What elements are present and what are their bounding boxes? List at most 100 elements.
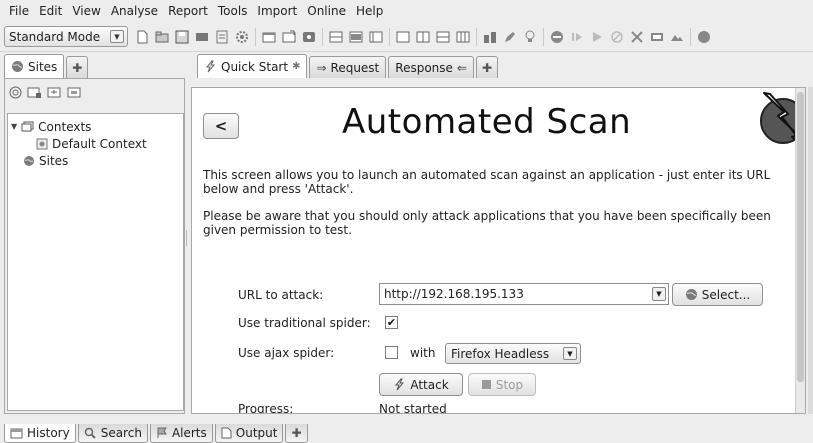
display-icon[interactable] <box>302 30 316 44</box>
globe-icon <box>24 155 34 166</box>
back-button[interactable]: < <box>203 113 239 139</box>
scrollbar-thumb[interactable] <box>797 92 804 382</box>
toolbar-separator <box>389 27 390 46</box>
tab-request[interactable]: ⇒ Request <box>309 56 387 78</box>
toolbar-separator <box>476 27 477 46</box>
menu-tools[interactable]: Tools <box>213 4 253 18</box>
tab-response[interactable]: Response ⇐ <box>388 56 474 78</box>
options-gear-icon[interactable] <box>235 30 249 44</box>
tab-layout-4-icon[interactable] <box>456 30 470 44</box>
panel-layout-3-icon[interactable] <box>369 30 383 44</box>
menu-analyse[interactable]: Analyse <box>106 4 163 18</box>
select-button-label: Select... <box>701 287 751 302</box>
vertical-scrollbar[interactable] <box>795 88 805 413</box>
new-context-icon[interactable] <box>27 86 42 99</box>
save-session-icon[interactable] <box>175 30 189 44</box>
menu-help[interactable]: Help <box>351 4 388 18</box>
add-tab-button[interactable]: ✚ <box>66 56 89 78</box>
sites-panel: ▼ Contexts Default Context Sites <box>4 78 185 414</box>
tree-item-sites[interactable]: Sites <box>8 152 183 169</box>
breakpoint-tools-icon[interactable] <box>630 30 644 44</box>
lightning-icon <box>395 378 405 391</box>
hud-icon[interactable] <box>670 30 684 44</box>
browser-select[interactable]: Firefox Headless ▼ <box>445 343 581 364</box>
mode-select[interactable]: Standard Mode ▼ <box>4 26 128 47</box>
layout-icon[interactable] <box>262 30 276 44</box>
tab-search[interactable]: Search <box>77 424 148 443</box>
menu-file[interactable]: File <box>4 4 34 18</box>
url-input[interactable]: http://192.168.195.133 ▼ <box>379 283 669 305</box>
target-icon[interactable] <box>9 86 22 99</box>
menu-online[interactable]: Online <box>302 4 351 18</box>
menu-import[interactable]: Import <box>252 4 302 18</box>
chevron-down-icon[interactable]: ▼ <box>11 122 17 131</box>
traditional-spider-checkbox[interactable]: ✔ <box>385 316 398 329</box>
attack-button[interactable]: Attack <box>379 373 463 396</box>
quick-start-content: < Automated Scan This screen allows you … <box>192 88 805 414</box>
tab-layout-3-icon[interactable] <box>436 30 450 44</box>
main-toolbar: Standard Mode ▼ <box>0 22 813 52</box>
layout-expand-icon[interactable] <box>282 30 296 44</box>
splitter-handle[interactable] <box>186 230 189 246</box>
encoder-icon[interactable] <box>650 30 664 44</box>
tree-item-label: Default Context <box>52 136 147 151</box>
ajax-spider-label: Use ajax spider: <box>238 346 335 360</box>
lightning-icon <box>205 60 216 73</box>
break-icon[interactable] <box>550 30 564 44</box>
tab-layout-2-icon[interactable] <box>416 30 430 44</box>
panel-layout-2-icon[interactable] <box>349 30 363 44</box>
tab-history-label: History <box>27 426 70 440</box>
toolbar-separator <box>690 27 691 46</box>
tree-item-label: Contexts <box>38 119 92 134</box>
tab-request-label: Request <box>330 60 380 75</box>
quick-start-panel: < Automated Scan This screen allows you … <box>191 87 806 414</box>
tab-layout-1-icon[interactable] <box>396 30 410 44</box>
step-icon[interactable] <box>570 30 584 44</box>
add-tab-button[interactable]: ✚ <box>475 56 499 78</box>
export-context-icon[interactable] <box>67 86 82 99</box>
drop-icon[interactable] <box>610 30 624 44</box>
session-properties-icon[interactable] <box>215 30 229 44</box>
menu-edit[interactable]: Edit <box>34 4 67 18</box>
search-icon <box>84 427 96 439</box>
continue-icon[interactable] <box>590 30 604 44</box>
ajax-spider-checkbox[interactable] <box>385 346 398 359</box>
tab-quick-start[interactable]: Quick Start ✱ <box>197 54 308 78</box>
menu-view[interactable]: View <box>67 4 105 18</box>
panel-layout-1-icon[interactable] <box>329 30 343 44</box>
attack-button-label: Attack <box>410 377 449 392</box>
menu-bar: File Edit View Analyse Report Tools Impo… <box>0 0 813 22</box>
select-button[interactable]: Select... <box>672 283 763 306</box>
chevron-down-icon: ▼ <box>563 347 577 360</box>
progress-label: Progress: <box>238 402 294 414</box>
tab-sites-label: Sites <box>28 59 58 74</box>
scan-policy-icon[interactable] <box>483 30 497 44</box>
tab-search-label: Search <box>100 426 142 440</box>
arrow-right-icon: ⇒ <box>316 60 327 75</box>
left-tab-bar: Sites ✚ <box>4 54 90 78</box>
pin-icon[interactable]: ✱ <box>292 61 300 72</box>
tab-alerts-label: Alerts <box>171 426 207 440</box>
open-session-icon[interactable] <box>155 30 169 44</box>
right-edge-panel <box>808 87 813 414</box>
pen-icon[interactable] <box>503 30 517 44</box>
tab-output-label: Output <box>235 426 278 440</box>
tree-item-contexts[interactable]: ▼ Contexts <box>8 118 183 135</box>
globe-icon[interactable] <box>697 30 711 44</box>
new-session-icon[interactable] <box>135 30 149 44</box>
chevron-down-icon[interactable]: ▼ <box>652 287 666 301</box>
add-tab-button[interactable]: ✚ <box>285 424 308 443</box>
tree-item-label: Sites <box>39 153 69 168</box>
import-context-icon[interactable] <box>47 86 62 99</box>
tree-item-default-context[interactable]: Default Context <box>8 135 183 152</box>
lightbulb-icon[interactable] <box>523 30 537 44</box>
snapshot-icon[interactable] <box>195 30 209 44</box>
tab-sites[interactable]: Sites <box>4 54 65 78</box>
url-input-value: http://192.168.195.133 <box>384 287 524 301</box>
tab-output[interactable]: Output <box>214 424 284 443</box>
tab-history[interactable]: History <box>4 424 76 443</box>
menu-report[interactable]: Report <box>163 4 213 18</box>
plus-icon: ✚ <box>291 426 302 440</box>
tab-alerts[interactable]: Alerts <box>149 424 213 443</box>
stop-button[interactable]: Stop <box>468 373 536 396</box>
